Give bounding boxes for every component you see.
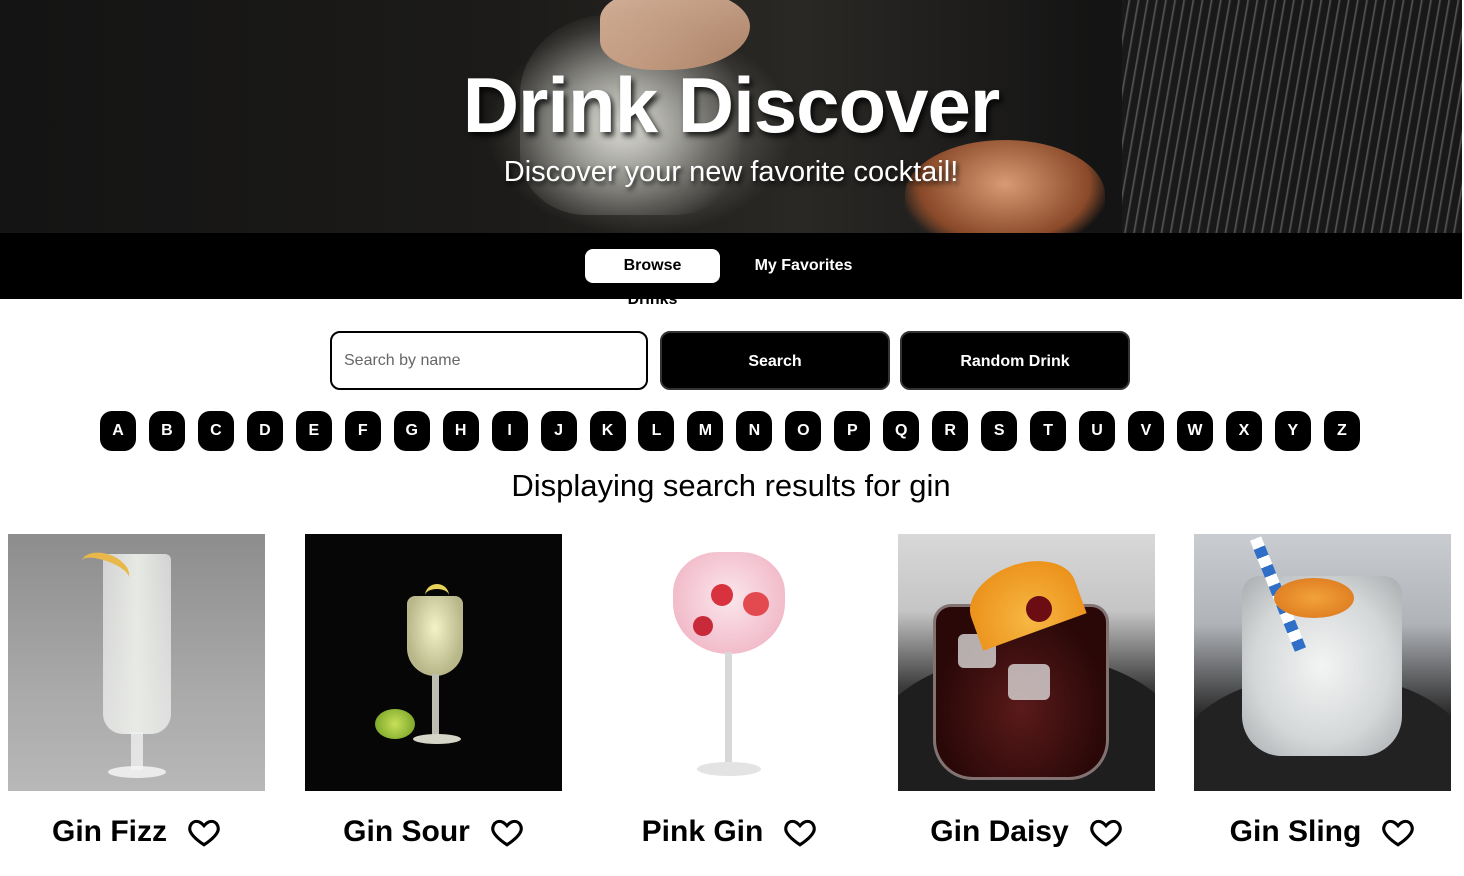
letter-button-u[interactable]: U <box>1079 411 1116 451</box>
drink-image[interactable] <box>8 534 265 791</box>
letter-button-x[interactable]: X <box>1225 411 1262 451</box>
tab-my-favorites[interactable]: My Favorites <box>736 249 871 283</box>
drink-name: Gin Daisy <box>930 815 1069 848</box>
drink-card[interactable]: Gin Fizz <box>8 534 265 864</box>
drink-image[interactable] <box>601 534 858 791</box>
letter-button-l[interactable]: L <box>638 411 675 451</box>
drink-card[interactable]: Gin Daisy <box>898 534 1155 864</box>
letter-button-a[interactable]: A <box>100 411 136 451</box>
drink-caption: Gin Fizz <box>0 812 285 852</box>
drink-name: Gin Sour <box>343 815 470 848</box>
letter-button-z[interactable]: Z <box>1323 411 1360 451</box>
search-button[interactable]: Search <box>660 331 890 390</box>
page-title: Drink Discover <box>462 61 1001 149</box>
letter-button-y[interactable]: Y <box>1274 411 1311 451</box>
letter-button-d[interactable]: D <box>246 411 283 451</box>
results-caption: Displaying search results for gin <box>511 468 951 503</box>
letter-filter-bar: ABCDEFGHIJKLMNOPQRSTUVWXYZ <box>100 411 1360 451</box>
drink-caption: Gin Sour <box>285 812 582 852</box>
heart-outline-icon[interactable] <box>783 815 817 849</box>
drink-image[interactable] <box>305 534 562 791</box>
drink-card[interactable]: Pink Gin <box>601 534 858 864</box>
drink-image[interactable] <box>1194 534 1451 791</box>
tab-browse-drinks[interactable]: Browse Drinks <box>585 249 720 308</box>
letter-button-t[interactable]: T <box>1030 411 1067 451</box>
heart-outline-icon[interactable] <box>1381 815 1415 849</box>
letter-button-w[interactable]: W <box>1176 411 1213 451</box>
drink-card[interactable]: Gin Sling <box>1194 534 1451 864</box>
hero-banner: Drink Discover Discover your new favorit… <box>0 0 1462 233</box>
letter-button-j[interactable]: J <box>540 411 577 451</box>
search-input[interactable] <box>330 331 648 390</box>
heart-outline-icon[interactable] <box>1089 815 1123 849</box>
page-subtitle: Discover your new favorite cocktail! <box>503 156 959 188</box>
letter-button-r[interactable]: R <box>932 411 969 451</box>
drink-name: Gin Sling <box>1229 815 1362 848</box>
heart-outline-icon[interactable] <box>187 815 221 849</box>
letter-button-p[interactable]: P <box>834 411 871 451</box>
letter-button-g[interactable]: G <box>393 411 430 451</box>
letter-button-f[interactable]: F <box>344 411 381 451</box>
letter-button-h[interactable]: H <box>442 411 479 451</box>
letter-button-m[interactable]: M <box>687 411 724 451</box>
drink-card[interactable]: Gin Sour <box>305 534 562 864</box>
drink-image[interactable] <box>898 534 1155 791</box>
letter-button-i[interactable]: I <box>491 411 528 451</box>
heart-outline-icon[interactable] <box>490 815 524 849</box>
random-drink-button[interactable]: Random Drink <box>900 331 1130 390</box>
nav-bar: Browse Drinks My Favorites <box>0 233 1462 308</box>
drink-caption: Pink Gin <box>581 812 878 852</box>
letter-button-q[interactable]: Q <box>883 411 920 451</box>
drink-results-grid: Gin Fizz Gin Sour Pink Gin Gin Daisy Gin… <box>8 534 1452 864</box>
letter-button-e[interactable]: E <box>295 411 332 451</box>
letter-button-k[interactable]: K <box>589 411 626 451</box>
drink-name: Pink Gin <box>641 815 764 848</box>
letter-button-v[interactable]: V <box>1128 411 1165 451</box>
letter-button-n[interactable]: N <box>736 411 773 451</box>
drink-name: Gin Fizz <box>52 815 167 848</box>
letter-button-c[interactable]: C <box>197 411 234 451</box>
drink-caption: Gin Sling <box>1174 812 1464 852</box>
letter-button-b[interactable]: B <box>148 411 185 451</box>
drink-caption: Gin Daisy <box>878 812 1175 852</box>
letter-button-s[interactable]: S <box>981 411 1018 451</box>
letter-button-o[interactable]: O <box>785 411 822 451</box>
